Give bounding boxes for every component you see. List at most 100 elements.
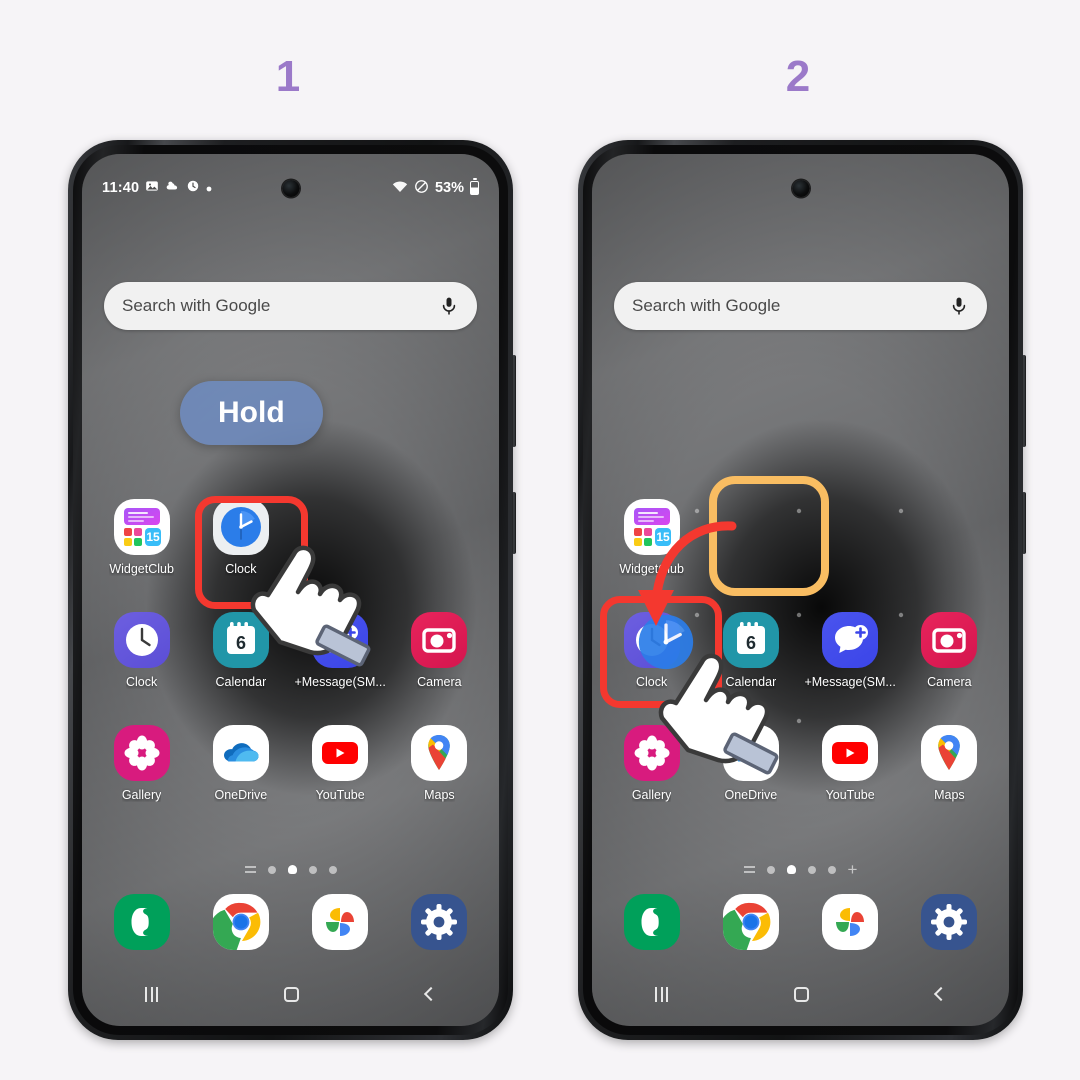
- tutorial-stage: 1 2 11:40 53% Search with Google 15 Widg…: [0, 0, 1080, 1080]
- search-bar[interactable]: Search with Google: [104, 282, 477, 330]
- google-photos-icon: [822, 894, 879, 950]
- phone-icon: [113, 894, 170, 950]
- search-input[interactable]: Search with Google: [632, 296, 949, 316]
- samsung-clock-icon: [113, 612, 170, 668]
- dock-item-settings[interactable]: [390, 894, 489, 950]
- phone-mockup-step-1: 11:40 53% Search with Google 15 WidgetCl…: [68, 140, 516, 1040]
- hand-cursor-icon: [640, 632, 800, 797]
- power-button[interactable]: [1022, 492, 1026, 554]
- dock: [602, 894, 999, 950]
- microphone-icon[interactable]: [439, 295, 459, 317]
- navigation-bar: [82, 972, 499, 1016]
- front-camera-icon: [282, 180, 299, 197]
- weather-icon: [165, 179, 180, 197]
- power-button[interactable]: [512, 492, 516, 554]
- youtube-icon: [312, 725, 369, 781]
- dock: [92, 894, 489, 950]
- recents-icon[interactable]: [145, 986, 159, 1002]
- app-widgetclub[interactable]: 15 WidgetClub: [92, 499, 191, 576]
- page-dot[interactable]: [766, 865, 775, 874]
- app-list-icon[interactable]: [743, 866, 755, 873]
- page-dot[interactable]: [807, 865, 816, 874]
- page-dot[interactable]: [267, 865, 276, 874]
- app-maps[interactable]: Maps: [390, 725, 489, 802]
- google-maps-icon: [921, 725, 978, 781]
- page-indicator[interactable]: +: [592, 861, 1009, 878]
- microphone-icon[interactable]: [949, 295, 969, 317]
- navigation-bar: [592, 972, 1009, 1016]
- phone-mockup-step-2: Search with Google 15 WidgetClub Clock 6…: [578, 140, 1026, 1040]
- app-list-icon[interactable]: [244, 866, 256, 873]
- page-dot-home-active[interactable]: [287, 865, 297, 874]
- dot-icon: [206, 181, 212, 196]
- app-maps[interactable]: Maps: [900, 725, 999, 802]
- camera-icon: [411, 612, 468, 668]
- hand-cursor-icon: [232, 524, 392, 689]
- back-icon[interactable]: [933, 986, 948, 1002]
- app-label: OneDrive: [214, 788, 268, 802]
- app-label: Clock: [125, 675, 158, 689]
- chrome-icon: [722, 894, 779, 950]
- home-icon[interactable]: [284, 986, 300, 1002]
- volume-button[interactable]: [1022, 355, 1026, 447]
- app-camera[interactable]: Camera: [900, 612, 999, 689]
- status-time: 11:40: [102, 180, 140, 196]
- app-plus-message[interactable]: +Message(SM...: [801, 612, 900, 689]
- app-onedrive[interactable]: OneDrive: [191, 725, 290, 802]
- back-icon[interactable]: [423, 986, 438, 1002]
- app-clock-samsung[interactable]: Clock: [92, 612, 191, 689]
- google-photos-icon: [312, 894, 369, 950]
- app-label: YouTube: [825, 788, 875, 802]
- dock-item-photos[interactable]: [801, 894, 900, 950]
- app-label: YouTube: [315, 788, 365, 802]
- step-number-2: 2: [785, 52, 811, 101]
- wifi-icon: [392, 180, 408, 197]
- app-empty-slot: [900, 499, 999, 576]
- camera-icon: [921, 612, 978, 668]
- volume-button[interactable]: [512, 355, 516, 447]
- dock-item-chrome[interactable]: [191, 894, 290, 950]
- image-icon: [145, 179, 159, 197]
- dock-item-settings[interactable]: [900, 894, 999, 950]
- home-icon[interactable]: [794, 986, 810, 1002]
- app-youtube[interactable]: YouTube: [801, 725, 900, 802]
- widgetclub-icon: 15: [113, 499, 170, 555]
- phone-screen: Search with Google 15 WidgetClub Clock 6…: [592, 154, 1009, 1026]
- page-dot-home-active[interactable]: [786, 865, 796, 874]
- chrome-icon: [212, 894, 269, 950]
- settings-gear-icon: [921, 894, 978, 950]
- app-label: Camera: [417, 675, 462, 689]
- search-input[interactable]: Search with Google: [122, 296, 439, 316]
- app-label: WidgetClub: [109, 562, 174, 576]
- dock-item-photos[interactable]: [291, 894, 390, 950]
- page-dot[interactable]: [827, 865, 836, 874]
- do-not-disturb-icon: [414, 179, 429, 198]
- app-youtube[interactable]: YouTube: [291, 725, 390, 802]
- app-label: Maps: [424, 788, 455, 802]
- dock-item-phone[interactable]: [602, 894, 701, 950]
- battery-icon: [470, 181, 479, 195]
- app-label: +Message(SM...: [804, 675, 896, 689]
- app-empty-slot: [390, 499, 489, 576]
- status-bar-right: 53%: [392, 179, 479, 198]
- app-gallery[interactable]: Gallery: [92, 725, 191, 802]
- app-camera[interactable]: Camera: [390, 612, 489, 689]
- page-indicator[interactable]: [82, 865, 499, 874]
- page-dot[interactable]: [308, 865, 317, 874]
- search-bar[interactable]: Search with Google: [614, 282, 987, 330]
- dock-item-phone[interactable]: [92, 894, 191, 950]
- plus-message-icon: [822, 612, 879, 668]
- app-label: Maps: [934, 788, 965, 802]
- gallery-icon: [113, 725, 170, 781]
- onedrive-icon: [212, 725, 269, 781]
- add-page-button[interactable]: +: [848, 861, 858, 878]
- app-label: Camera: [927, 675, 972, 689]
- front-camera-icon: [792, 180, 809, 197]
- app-label: Gallery: [121, 788, 162, 802]
- step-number-1: 1: [275, 52, 301, 101]
- phone-icon: [623, 894, 680, 950]
- settings-gear-icon: [411, 894, 468, 950]
- dock-item-chrome[interactable]: [701, 894, 800, 950]
- recents-icon[interactable]: [655, 986, 669, 1002]
- page-dot[interactable]: [328, 865, 337, 874]
